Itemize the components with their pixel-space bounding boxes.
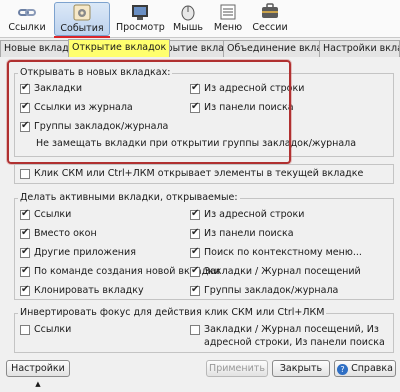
checkbox-context-search[interactable] xyxy=(190,246,200,258)
label-mmb-current-tab: Клик СКМ или Ctrl+ЛКМ открывает элементы… xyxy=(34,168,364,179)
toolbar-events-button[interactable]: События xyxy=(54,2,110,36)
group-make-active-title: Делать активными вкладки, открываемые: xyxy=(18,192,240,203)
checkbox-instead-of-windows[interactable] xyxy=(20,227,30,239)
checkbox-active-address-bar[interactable] xyxy=(190,208,200,220)
checkbox-active-search-bar[interactable] xyxy=(190,227,200,239)
label-active-links: Ссылки xyxy=(34,209,72,220)
toolbar-links-label: Ссылки xyxy=(8,22,46,33)
apply-button[interactable]: Применить xyxy=(206,360,268,377)
label-clone-tab: Клонировать вкладку xyxy=(34,285,144,296)
label-active-search-bar: Из панели поиска xyxy=(204,228,294,239)
mouse-icon xyxy=(177,3,199,21)
toolbar-sessions-label: Сессии xyxy=(252,22,288,33)
checkbox-invert-bookmarks[interactable] xyxy=(190,325,200,335)
toolbar-mouse-button[interactable]: Мышь xyxy=(168,2,208,36)
close-button[interactable]: Закрыть xyxy=(272,360,330,377)
toolbar-links-button[interactable]: Ссылки xyxy=(4,2,50,36)
toolbar: Ссылки События Просмотр Мышь Меню Сессии xyxy=(0,0,400,38)
help-button[interactable]: ? Справка xyxy=(334,360,396,377)
toolbar-menu-button[interactable]: Меню xyxy=(210,2,246,36)
settings-menu-button[interactable]: Настройки ▲ xyxy=(6,360,70,388)
label-active-bookmark-groups: Группы закладок/журнала xyxy=(204,285,339,296)
checkbox-active-links[interactable] xyxy=(20,208,30,220)
help-icon: ? xyxy=(337,364,349,375)
checkbox-active-bookmark-groups[interactable] xyxy=(190,284,200,296)
label-other-apps: Другие приложения xyxy=(34,247,136,258)
checkbox-new-tab-command[interactable] xyxy=(20,265,30,277)
label-bookmarks-history: Закладки / Журнал посещений xyxy=(204,266,361,277)
highlight-frame xyxy=(7,60,291,164)
toolbar-mouse-label: Мышь xyxy=(173,22,203,33)
sessions-icon xyxy=(259,3,281,21)
label-active-address-bar: Из адресной строки xyxy=(204,209,305,220)
view-icon xyxy=(129,3,151,21)
tab-opening-tabs[interactable]: Открытие вкладок xyxy=(68,39,171,57)
help-label: Справка xyxy=(351,363,393,374)
checkbox-bookmarks-history[interactable] xyxy=(190,265,200,277)
checkbox-other-apps[interactable] xyxy=(20,246,30,258)
checkbox-clone-tab[interactable] xyxy=(20,284,30,296)
toolbar-events-label: События xyxy=(60,23,104,34)
settings-menu-label: Настройки xyxy=(11,363,65,374)
triangle-up-icon: ▲ xyxy=(35,380,41,388)
active-tool-underline xyxy=(54,36,110,38)
checkbox-invert-links[interactable] xyxy=(20,325,30,335)
tab-tab-settings[interactable]: Настройки вклад xyxy=(319,40,400,57)
checkbox-mmb-current-tab[interactable] xyxy=(20,169,30,179)
toolbar-view-label: Просмотр xyxy=(116,22,165,33)
toolbar-sessions-button[interactable]: Сессии xyxy=(250,2,290,36)
label-invert-links: Ссылки xyxy=(34,324,72,335)
menu-icon xyxy=(217,3,239,21)
events-gear-icon xyxy=(71,4,93,22)
link-icon xyxy=(16,3,38,21)
label-context-search: Поиск по контекстному меню... xyxy=(204,247,362,258)
label-invert-bookmarks-line1: Закладки / Журнал посещений, Из xyxy=(204,324,379,335)
group-invert-focus-title: Инвертировать фокус для действия клик СК… xyxy=(18,307,327,318)
toolbar-menu-label: Меню xyxy=(213,22,243,33)
label-invert-bookmarks-line2: адресной строки, Из панели поиска xyxy=(204,337,385,348)
toolbar-view-button[interactable]: Просмотр xyxy=(116,2,165,36)
label-instead-of-windows: Вместо окон xyxy=(34,228,97,239)
